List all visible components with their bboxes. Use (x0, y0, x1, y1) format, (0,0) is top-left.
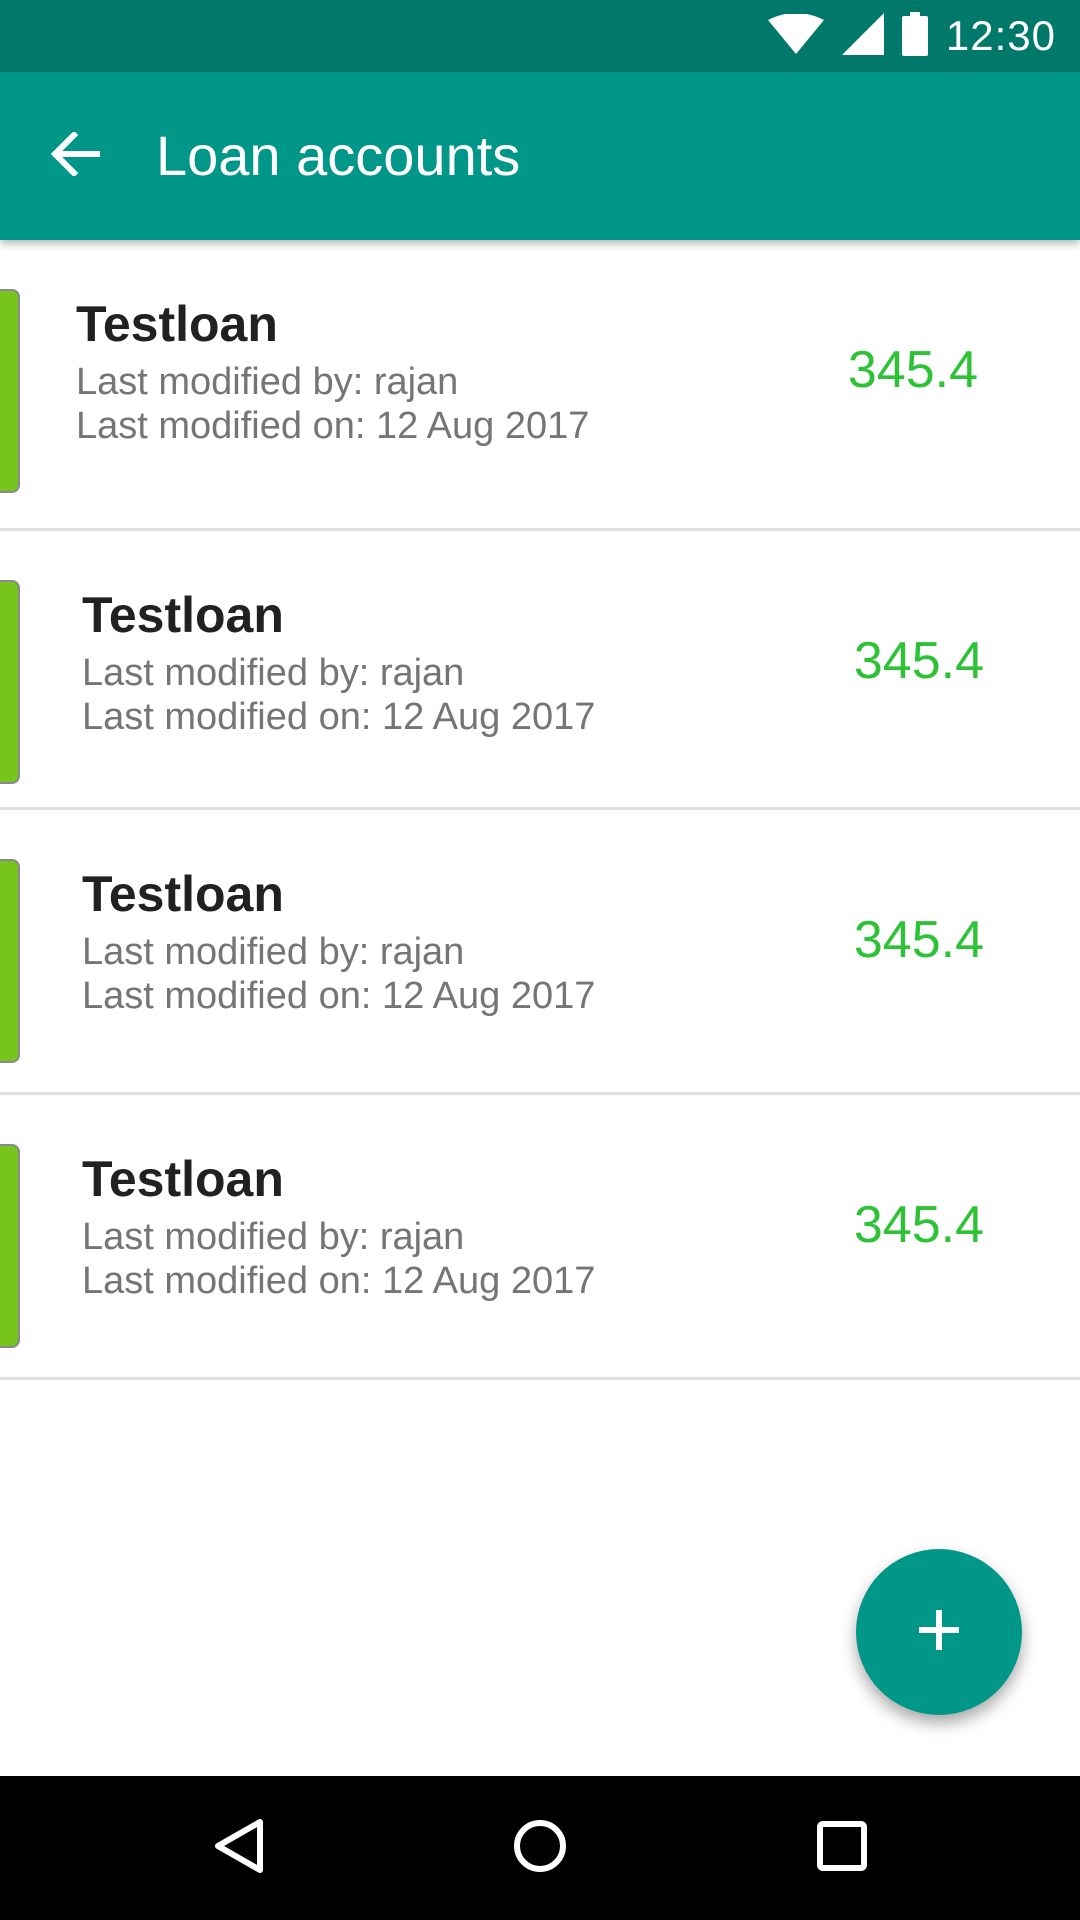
battery-icon (901, 11, 928, 61)
nav-recents-button[interactable] (770, 1776, 914, 1920)
back-triangle-icon (212, 1818, 264, 1879)
loan-row[interactable]: Testloan Last modified by: rajan Last mo… (0, 810, 1080, 1095)
loan-amount: 345.4 (853, 1196, 984, 1254)
loan-row[interactable]: Testloan Last modified by: rajan Last mo… (0, 1095, 1080, 1380)
loan-row[interactable]: Testloan Last modified by: rajan Last mo… (0, 240, 1080, 531)
loan-amount: 345.4 (847, 341, 978, 399)
plus-icon (917, 1608, 961, 1657)
navigation-bar (0, 1776, 1080, 1920)
loan-text: Testloan Last modified by: rajan Last mo… (82, 585, 595, 739)
loan-text: Testloan Last modified by: rajan Last mo… (82, 1149, 595, 1303)
signal-icon (841, 12, 884, 60)
loan-text: Testloan Last modified by: rajan Last mo… (82, 864, 595, 1018)
loan-modified-on: Last modified on: 12 Aug 2017 (82, 975, 596, 1017)
loan-modified-by: Last modified by: rajan (82, 1216, 465, 1258)
loan-name: Testloan (82, 1151, 284, 1207)
loan-modified-by: Last modified by: rajan (82, 652, 465, 694)
loan-row[interactable]: Testloan Last modified by: rajan Last mo… (0, 531, 1080, 810)
nav-home-button[interactable] (468, 1776, 612, 1920)
loan-list: Testloan Last modified by: rajan Last mo… (0, 240, 1080, 1380)
app-bar: Loan accounts (0, 72, 1080, 240)
nav-back-button[interactable] (166, 1776, 310, 1920)
recents-square-icon (817, 1820, 867, 1876)
loan-amount: 345.4 (853, 911, 984, 969)
wifi-icon (767, 12, 824, 59)
home-circle-icon (513, 1819, 567, 1878)
status-strip (0, 1144, 20, 1348)
arrow-left-icon (50, 130, 101, 181)
loan-modified-on: Last modified on: 12 Aug 2017 (82, 1260, 596, 1302)
loan-modified-on: Last modified on: 12 Aug 2017 (76, 405, 590, 447)
loan-amount: 345.4 (853, 632, 984, 690)
loan-text: Testloan Last modified by: rajan Last mo… (76, 294, 589, 448)
page-title: Loan accounts (156, 124, 521, 187)
add-loan-button[interactable] (856, 1549, 1022, 1715)
loan-name: Testloan (82, 587, 284, 643)
status-strip (0, 859, 20, 1063)
loan-modified-on: Last modified on: 12 Aug 2017 (82, 696, 596, 738)
status-strip (0, 289, 20, 493)
loan-modified-by: Last modified by: rajan (76, 361, 459, 403)
status-time: 12:30 (945, 12, 1056, 59)
status-icons: 12:30 (767, 0, 1056, 72)
loan-name: Testloan (82, 866, 284, 922)
status-bar: 12:30 (0, 0, 1080, 72)
back-button[interactable] (30, 111, 120, 201)
loan-modified-by: Last modified by: rajan (82, 931, 465, 973)
loan-name: Testloan (76, 296, 278, 352)
status-strip (0, 580, 20, 784)
